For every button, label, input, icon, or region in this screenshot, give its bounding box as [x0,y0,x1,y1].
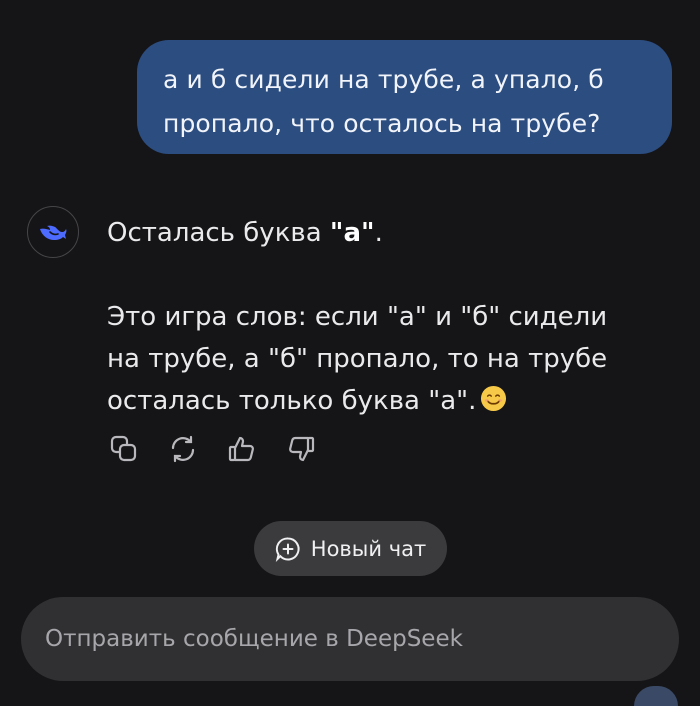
new-chat-button[interactable]: Новый чат [254,521,447,576]
smiling-face-emoji [481,385,507,412]
explanation-line-2: на трубе, а "б" пропало, то на трубе [107,344,608,374]
answer-bold-letter: "а" [329,218,375,248]
like-button[interactable] [226,433,257,464]
answer-prefix: Осталась буква [107,218,330,248]
send-button-edge[interactable] [634,686,678,706]
explanation-line-3: осталась только буква "а". [107,386,477,416]
answer-suffix: . [374,218,383,248]
message-actions [108,433,316,464]
new-chat-icon [275,536,300,562]
copy-button[interactable] [108,433,139,464]
user-message-line-1: а и б сидели на трубе, а упало, б [163,65,604,94]
user-message-line-2: пропало, что осталось на трубе? [163,109,601,138]
thumbs-up-icon [228,436,254,461]
regenerate-button[interactable] [167,433,198,464]
dislike-button[interactable] [285,433,316,464]
user-message-bubble: а и б сидели на трубе, а упало, б пропал… [137,40,672,154]
regenerate-icon [171,435,194,462]
answer-summary: Осталась буква "а". [107,212,667,254]
message-composer [21,597,679,681]
message-input[interactable] [43,625,657,653]
answer-explanation: Это игра слов: если "а" и "б" сидели на … [107,296,667,422]
copy-icon [110,435,136,461]
assistant-avatar [27,206,79,258]
new-chat-label: Новый чат [310,536,427,561]
explanation-line-1: Это игра слов: если "а" и "б" сидели [107,302,608,332]
deepseek-whale-icon [40,225,67,240]
assistant-answer: Осталась буква "а". Это игра слов: если … [107,212,667,422]
thumbs-down-icon [288,436,314,461]
